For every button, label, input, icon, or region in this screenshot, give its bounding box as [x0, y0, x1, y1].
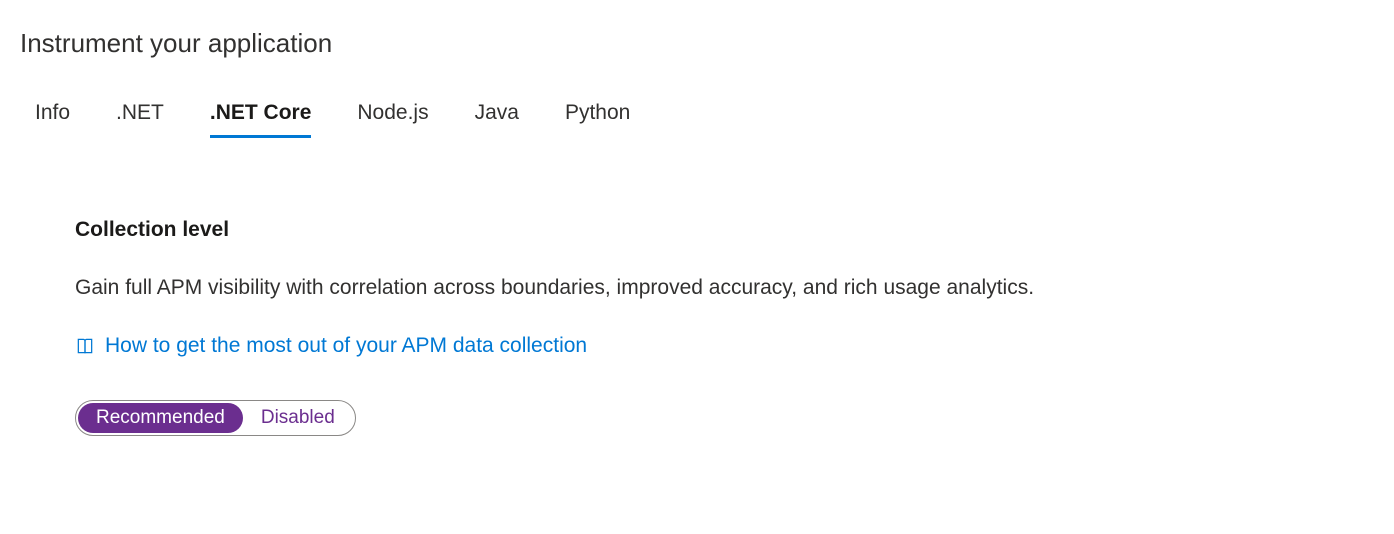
doc-link-row: How to get the most out of your APM data… [75, 334, 1374, 358]
tab-info[interactable]: Info [35, 101, 70, 138]
toggle-disabled[interactable]: Disabled [243, 403, 353, 433]
page-title: Instrument your application [20, 28, 1374, 59]
tabs-container: Info .NET .NET Core Node.js Java Python [35, 101, 1374, 138]
tab-net-core[interactable]: .NET Core [210, 101, 312, 138]
tab-net[interactable]: .NET [116, 101, 164, 138]
tab-python[interactable]: Python [565, 101, 630, 138]
section-heading: Collection level [75, 218, 1374, 242]
collection-level-section: Collection level Gain full APM visibilit… [75, 218, 1374, 436]
toggle-recommended[interactable]: Recommended [78, 403, 243, 433]
tab-nodejs[interactable]: Node.js [357, 101, 428, 138]
book-icon [75, 336, 95, 356]
tab-java[interactable]: Java [475, 101, 519, 138]
doc-link-apm[interactable]: How to get the most out of your APM data… [105, 334, 587, 358]
collection-level-toggle: Recommended Disabled [75, 400, 356, 436]
section-description: Gain full APM visibility with correlatio… [75, 276, 1374, 300]
